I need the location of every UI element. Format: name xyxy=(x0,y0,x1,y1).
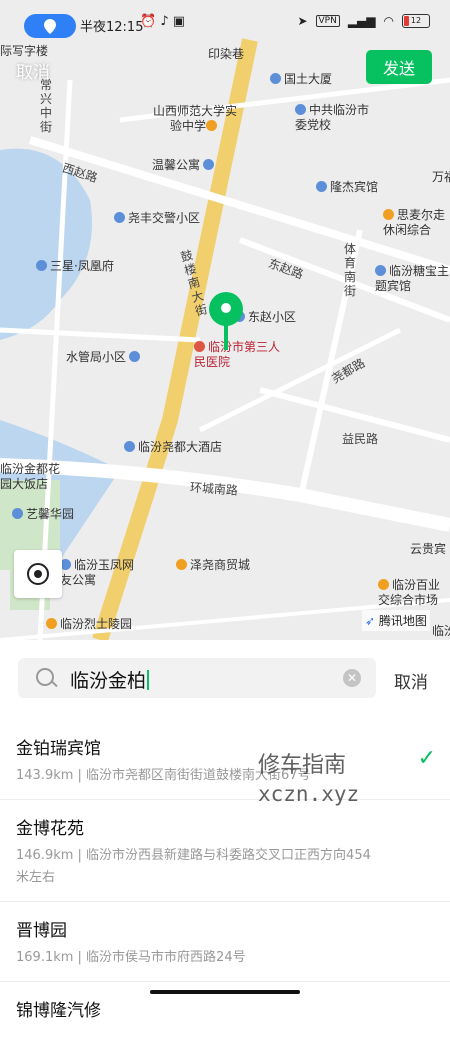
battery-icon: 12 xyxy=(402,14,430,28)
watermark-line1: 修车指南 xyxy=(258,753,347,778)
result-detail: 169.1km | 临汾市侯马市市府西路24号 xyxy=(16,950,246,965)
search-field[interactable]: 临汾金柏 ✕ xyxy=(18,658,376,698)
map-label: 万福 xyxy=(432,170,450,184)
building-icon xyxy=(295,104,306,115)
map-poi: 国土大厦 xyxy=(270,70,332,87)
map-label: 临汾 xyxy=(432,624,450,638)
shopping-icon xyxy=(176,559,187,570)
cancel-button[interactable]: 取消 xyxy=(16,58,50,83)
result-item[interactable]: 金铂瑞宾馆 143.9km | 临汾市尧都区南街街道鼓楼南大街67号 ✓ xyxy=(0,720,450,800)
map-poi: 山西师范大学实验中学 xyxy=(152,104,237,133)
home-indicator[interactable] xyxy=(150,990,300,994)
map-poi: 临汾尧都大酒店 xyxy=(124,438,222,455)
text-caret xyxy=(147,670,150,690)
hotel-icon xyxy=(375,265,386,276)
hotel-icon xyxy=(316,181,327,192)
location-pin-icon[interactable] xyxy=(209,292,243,326)
location-pin-stem xyxy=(224,324,228,350)
search-panel: 临汾金柏 ✕ 取消 金铂瑞宾馆 143.9km | 临汾市尧都区南街街道鼓楼南大… xyxy=(0,640,450,1021)
status-bar: 半夜12:15 ⏰ ♪ ▣ ➤ VPN ▂▄▆ ◠ 12 xyxy=(0,0,450,40)
map-label: 印染巷 xyxy=(208,47,245,61)
result-item[interactable]: 晋博园 169.1km | 临汾市侯马市市府西路24号 xyxy=(0,902,450,982)
location-indicator-pill xyxy=(24,14,76,38)
map-poi: 临汾百业交综合市场 xyxy=(378,578,441,607)
hotel-icon xyxy=(124,441,135,452)
map-poi: 思麦尔走休闲综合 xyxy=(383,208,446,237)
navigation-arrow-icon: ➤ xyxy=(297,14,308,28)
map-label: 临汾金都花园大饭店 xyxy=(0,462,61,491)
map-road-label: 常兴中街 xyxy=(40,78,53,134)
map-poi: 隆杰宾馆 xyxy=(316,178,378,195)
house-icon xyxy=(36,260,47,271)
result-detail: 143.9km | 临汾市尧都区南街街道鼓楼南大街67号 xyxy=(16,768,311,783)
watermark-line2: xczn.xyz xyxy=(258,782,360,806)
map-poi: 临汾市第三人民医院 xyxy=(194,340,281,369)
leisure-icon xyxy=(383,209,394,220)
search-icon xyxy=(36,668,54,686)
notification-icons: ⏰ ♪ ▣ xyxy=(140,14,185,29)
map-label: 云贵宾 xyxy=(410,542,447,556)
result-name: 金铂瑞宾馆 xyxy=(16,739,101,759)
map-view[interactable]: 际写字楼 印染巷 国土大厦 常兴中街 山西师范大学实验中学 中共临汾市委党校 西… xyxy=(0,0,450,640)
map-poi: 临汾烈士陵园 xyxy=(46,615,132,632)
map-poi: 东赵小区 xyxy=(234,308,296,325)
map-road-label: 环城南路 xyxy=(189,480,239,498)
house-icon xyxy=(12,508,23,519)
crosshair-icon xyxy=(27,563,49,585)
clock: 半夜12:15 xyxy=(80,20,144,35)
clear-icon[interactable]: ✕ xyxy=(343,669,361,687)
market-icon xyxy=(378,579,389,590)
locate-me-button[interactable] xyxy=(14,550,62,598)
result-name: 金博花苑 xyxy=(16,819,84,839)
hotel-icon xyxy=(203,159,215,170)
building-icon xyxy=(270,73,281,84)
vpn-badge: VPN xyxy=(315,15,340,27)
watermark: 修车指南 xczn.xyz xyxy=(258,752,359,808)
alarm-icon: ⏰ xyxy=(140,14,157,29)
map-poi: 临汾玉凤网友公寓 xyxy=(60,558,135,587)
system-icons: ➤ VPN ▂▄▆ ◠ 12 xyxy=(297,14,430,28)
map-label: 际写字楼 xyxy=(0,44,49,58)
search-input[interactable]: 临汾金柏 xyxy=(70,666,150,693)
map-attribution: ➶ 腾讯地图 xyxy=(362,610,430,631)
map-poi: 泽尧商贸城 xyxy=(176,556,250,573)
app-icon: ▣ xyxy=(172,14,186,29)
map-poi: 三星·凤凰府 xyxy=(36,257,114,274)
map-poi: 中共临汾市委党校 xyxy=(295,103,370,132)
map-road-label: 体育南街 xyxy=(344,242,357,298)
result-detail: 146.9km | 临汾市汾西县新建路与科委路交叉口正西方向454米左右 xyxy=(16,848,371,885)
map-poi: 临汾糖宝主题宾馆 xyxy=(375,264,450,293)
map-road-label: 益民路 xyxy=(342,432,379,446)
map-poi: 水管局小区 xyxy=(66,348,143,365)
monument-icon xyxy=(46,618,57,629)
cancel-search-button[interactable]: 取消 xyxy=(394,668,428,693)
result-name: 晋博园 xyxy=(16,921,67,941)
map-poi: 尧丰交警小区 xyxy=(114,209,200,226)
hospital-icon xyxy=(194,341,205,352)
map-poi: 温馨公寓 xyxy=(152,156,217,173)
house-icon xyxy=(114,212,125,223)
tiktok-icon: ♪ xyxy=(160,14,169,29)
wifi-icon: ◠ xyxy=(383,14,394,28)
result-item[interactable]: 金博花苑 146.9km | 临汾市汾西县新建路与科委路交叉口正西方向454米左… xyxy=(0,800,450,902)
house-icon xyxy=(129,351,141,362)
send-button[interactable]: 发送 xyxy=(366,50,432,84)
check-icon: ✓ xyxy=(417,746,436,771)
school-icon xyxy=(206,120,217,131)
map-poi: 艺馨华园 xyxy=(12,505,74,522)
signal-icon: ▂▄▆ xyxy=(347,14,376,28)
